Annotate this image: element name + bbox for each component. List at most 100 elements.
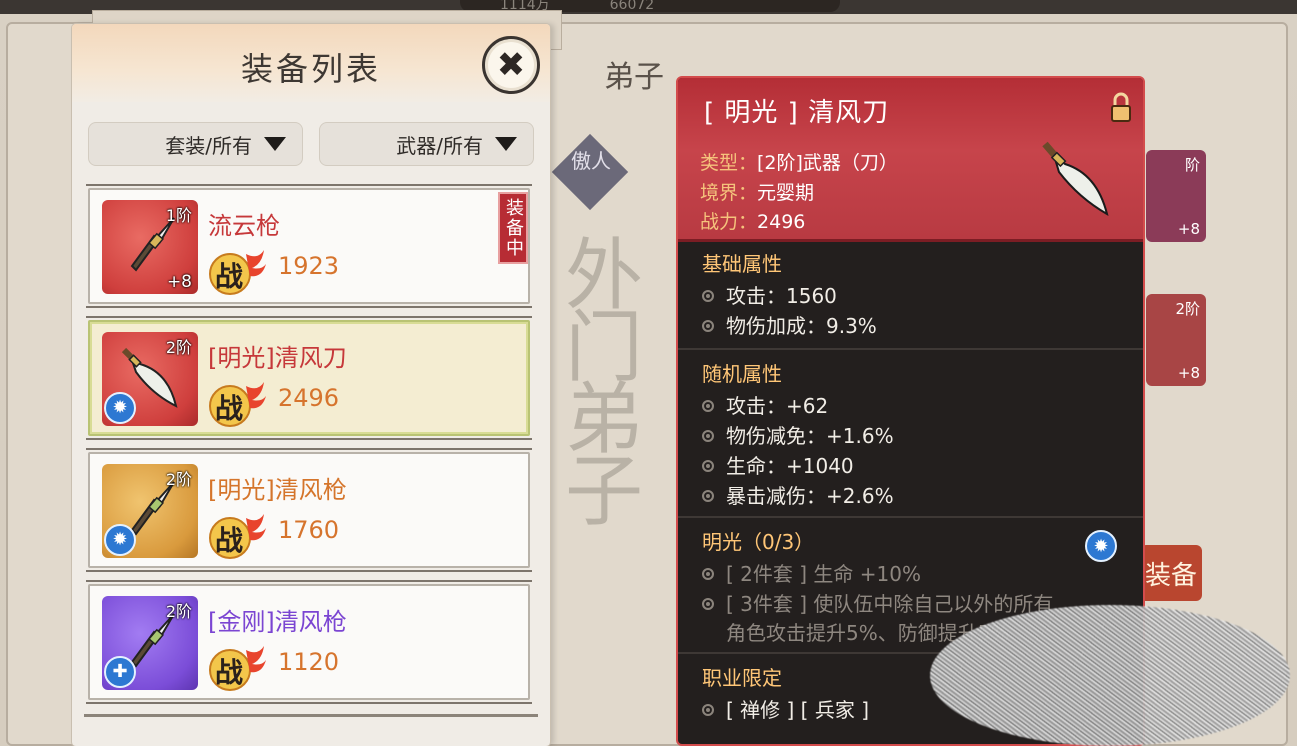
item-power-stat: 战力：2496 — [700, 207, 805, 234]
attribute-text: 物伤加成：9.3% — [726, 314, 877, 338]
attribute-text: 物伤减免：+1.6% — [726, 424, 894, 448]
attribute-text: 攻击：1560 — [726, 284, 837, 308]
dropdown-arrow-icon — [264, 137, 286, 151]
combat-power-icon: 战 — [209, 382, 266, 427]
combat-power-icon: 战 — [209, 250, 266, 295]
background-equip-slot[interactable]: 2阶 +8 — [1146, 294, 1206, 386]
sun-icon: ✹ — [104, 392, 136, 424]
item-plus: +8 — [166, 272, 192, 292]
item-thumbnail: 2阶 ✹ — [102, 464, 198, 558]
item-type: 类型：[2阶]武器（刀） — [700, 148, 898, 175]
item-name: 流云枪 — [208, 212, 280, 240]
item-tier: 2阶 — [165, 602, 192, 621]
rank-diamond-label: 傲人 — [571, 149, 611, 173]
item-tier: 2阶 — [165, 470, 192, 489]
bullet-icon — [702, 430, 714, 442]
item-tier: 2阶 — [165, 338, 192, 357]
set-filter-label: 套装/所有 — [165, 133, 252, 158]
detail-title: [ 明光 ] 清风刀 — [704, 98, 890, 128]
attribute-row: 攻击：+62 — [702, 391, 1121, 421]
section-title: 明光（0/3） — [702, 530, 815, 554]
bullet-icon — [702, 290, 714, 302]
item-thumbnail: 1阶 +8 — [102, 200, 198, 294]
class-restriction-text: [ 禅修 ] [ 兵家 ] — [726, 698, 869, 722]
dropdown-arrow-icon — [495, 137, 517, 151]
equip-button[interactable]: 装备 — [1140, 545, 1202, 601]
background-equip-slot[interactable]: 阶 +8 — [1146, 150, 1206, 242]
item-power-label: 战力： — [700, 211, 758, 233]
set-bonus-text: [ 2件套 ] 生命 +10% — [726, 562, 921, 586]
bullet-icon — [702, 490, 714, 502]
equipment-list-panel: 装备列表 ✖ 套装/所有 武器/所有 1阶 +8 流云枪 战 1923 装备中 … — [72, 24, 550, 746]
basic-attributes-section: 基础属性 攻击：1560 物伤加成：9.3% — [678, 242, 1143, 350]
lock-icon[interactable] — [1109, 92, 1133, 124]
sun-icon: ✹ — [1085, 530, 1117, 562]
attribute-row: 物伤减免：+1.6% — [702, 421, 1121, 451]
panel-header: 装备列表 ✖ — [72, 24, 550, 102]
item-realm: 境界：元婴期 — [700, 178, 814, 205]
set-bonus-text: [ 3件套 ] 使队伍中除自己以外的所有 — [726, 592, 1054, 616]
item-power-value: 2496 — [757, 211, 806, 233]
background-title: 弟子 — [604, 60, 664, 95]
bullet-icon — [702, 598, 714, 610]
detail-header: [ 明光 ] 清风刀 类型：[2阶]武器（刀） 境界：元婴期 战力：2496 — [678, 78, 1143, 242]
attribute-row: 暴击减伤：+2.6% — [702, 481, 1121, 511]
slot-plus: +8 — [1177, 220, 1200, 238]
shield-plus-icon: ✚ — [104, 656, 136, 688]
sun-icon: ✹ — [104, 524, 136, 556]
scribble-overlay — [930, 605, 1290, 746]
bullet-icon — [702, 568, 714, 580]
item-realm-label: 境界： — [700, 182, 758, 204]
bullet-icon — [702, 320, 714, 332]
equipment-item[interactable]: 2阶 ✹ [明光]清风枪 战 1760 — [86, 448, 532, 572]
background-calligraphy: 外门弟子 — [565, 231, 644, 537]
blade-icon — [1042, 141, 1109, 217]
equipped-badge: 装备中 — [498, 192, 528, 264]
equipment-item[interactable]: 1阶 +8 流云枪 战 1923 装备中 — [86, 184, 532, 308]
item-name: [明光]清风枪 — [208, 476, 347, 504]
item-power: 1120 — [278, 648, 340, 676]
attribute-text: 生命：+1040 — [726, 454, 854, 478]
item-power: 1923 — [278, 252, 340, 280]
item-realm-value: 元婴期 — [757, 182, 815, 204]
list-divider — [84, 714, 538, 717]
slot-tier: 2阶 — [1175, 300, 1200, 318]
section-title: 随机属性 — [702, 362, 782, 386]
power-glyph: 战 — [215, 656, 243, 689]
item-type-value: [2阶]武器（刀） — [757, 152, 898, 174]
equipment-list: 1阶 +8 流云枪 战 1923 装备中 2阶 ✹ [明光]清风刀 战 2496… — [86, 184, 532, 716]
item-thumbnail: 2阶 ✹ — [102, 332, 198, 426]
item-power: 2496 — [278, 384, 340, 412]
item-name: [金刚]清风枪 — [208, 608, 347, 636]
attribute-text: 暴击减伤：+2.6% — [726, 484, 894, 508]
filter-bar: 套装/所有 武器/所有 — [88, 122, 534, 166]
power-glyph: 战 — [215, 392, 243, 425]
bullet-icon — [702, 460, 714, 472]
combat-power-icon: 战 — [209, 646, 266, 691]
attribute-row: 攻击：1560 — [702, 281, 1121, 311]
panel-title: 装备列表 — [240, 50, 381, 88]
attribute-row: 生命：+1040 — [702, 451, 1121, 481]
attribute-text: 攻击：+62 — [726, 394, 829, 418]
section-title: 基础属性 — [702, 252, 782, 276]
equipment-item[interactable]: 2阶 ✚ [金刚]清风枪 战 1120 — [86, 580, 532, 704]
random-attributes-section: 随机属性 攻击：+62 物伤减免：+1.6% 生命：+1040 暴击减伤：+2.… — [678, 350, 1143, 518]
close-button[interactable]: ✖ — [482, 36, 540, 94]
equipment-item-selected[interactable]: 2阶 ✹ [明光]清风刀 战 2496 — [86, 316, 532, 440]
power-glyph: 战 — [215, 260, 243, 293]
attribute-row: 物伤加成：9.3% — [702, 311, 1121, 341]
combat-power-icon: 战 — [209, 514, 266, 559]
weapon-filter-dropdown[interactable]: 武器/所有 — [319, 122, 534, 166]
weapon-filter-label: 武器/所有 — [396, 133, 483, 158]
slot-tier: 阶 — [1184, 156, 1200, 174]
currency-value-b: 66072 — [609, 0, 655, 12]
item-power: 1760 — [278, 516, 340, 544]
slot-plus: +8 — [1177, 364, 1200, 382]
bullet-icon — [702, 704, 714, 716]
item-name: [明光]清风刀 — [208, 344, 347, 372]
bullet-icon — [702, 400, 714, 412]
item-thumbnail: 2阶 ✚ — [102, 596, 198, 690]
item-tier: 1阶 — [165, 206, 192, 225]
close-icon: ✖ — [496, 45, 526, 85]
set-filter-dropdown[interactable]: 套装/所有 — [88, 122, 303, 166]
